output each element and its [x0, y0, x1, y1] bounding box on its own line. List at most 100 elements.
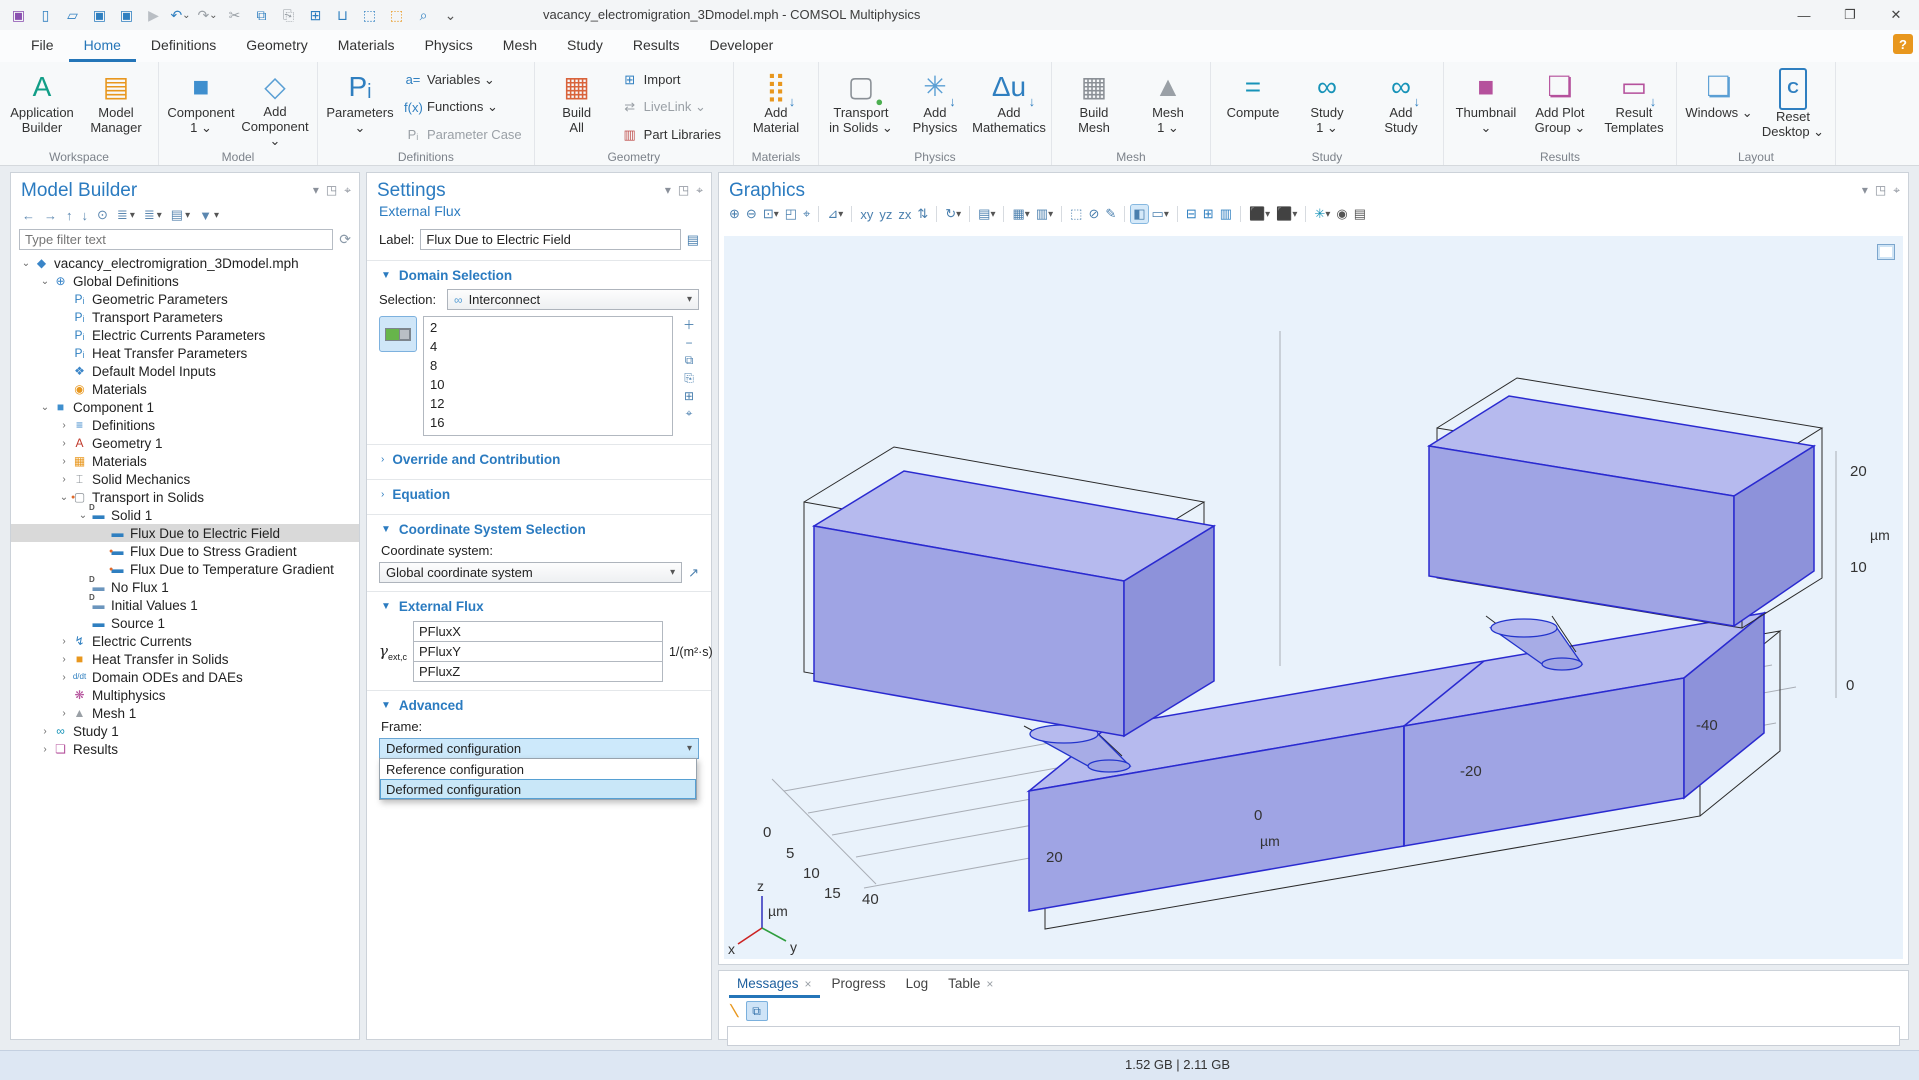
tree-node-electric-currents-parameters[interactable]: PᵢElectric Currents Parameters — [11, 326, 359, 344]
delete-icon[interactable]: ⊔ — [330, 3, 355, 27]
selection-list-item[interactable]: 12 — [424, 394, 672, 413]
panel-menu-icon[interactable]: ▾ — [1862, 183, 1868, 198]
tree-expander-icon[interactable]: › — [57, 672, 71, 683]
section-external-flux[interactable]: ▼ External Flux — [379, 597, 699, 618]
frame-option[interactable]: Reference configuration — [380, 759, 696, 779]
tree-node-transport-in-solids[interactable]: ⌄▢●Transport in Solids — [11, 488, 359, 506]
tab-log[interactable]: Log — [898, 973, 937, 998]
panel-float-icon[interactable]: ◳ — [678, 183, 689, 198]
undo-icon[interactable]: ↶⌄ — [168, 3, 193, 27]
panel-float-icon[interactable]: ◳ — [326, 183, 337, 198]
animate-icon[interactable]: ✳▾ — [1312, 205, 1332, 223]
transparency-icon[interactable]: ◧ — [1131, 205, 1147, 223]
tree-node-root[interactable]: ⌄◆vacancy_electromigration_3Dmodel.mph — [11, 254, 359, 272]
geometry-domain[interactable] — [1429, 396, 1814, 626]
app-logo[interactable]: ▣ — [6, 3, 31, 27]
ribbon-tab-geometry[interactable]: Geometry — [231, 30, 322, 62]
paste-icon[interactable]: ⎘ — [276, 3, 301, 27]
new-file-icon[interactable]: ▯ — [33, 3, 58, 27]
node-text-icon[interactable]: ▤▾ — [168, 206, 193, 224]
compute-button[interactable]: =Compute — [1217, 65, 1289, 149]
selection-combo[interactable]: ∞ Interconnect ▾ — [447, 289, 699, 310]
add-mathematics-button[interactable]: Δu↓Add Mathematics — [973, 65, 1045, 149]
measure-icon[interactable]: ✎ — [1103, 205, 1118, 223]
tree-node-transport-parameters[interactable]: PᵢTransport Parameters — [11, 308, 359, 326]
tree-node-mesh-1[interactable]: ›▲Mesh 1 — [11, 704, 359, 722]
tree-node-solid-mechanics[interactable]: ›⌶Solid Mechanics — [11, 470, 359, 488]
tree-expander-icon[interactable]: › — [57, 420, 71, 431]
zoom-to-selection-icon[interactable]: ⌖ — [801, 205, 812, 223]
tree-node-materials[interactable]: ›▦Materials — [11, 452, 359, 470]
run-icon[interactable]: ▶ — [141, 3, 166, 27]
tree-node-definitions[interactable]: ›≡Definitions — [11, 416, 359, 434]
message-list[interactable] — [727, 1026, 1900, 1046]
expand-all-icon[interactable]: ≣▾ — [114, 206, 138, 224]
tree-node-heat-transfer-parameters[interactable]: PᵢHeat Transfer Parameters — [11, 344, 359, 362]
panel-menu-icon[interactable]: ▾ — [313, 183, 319, 198]
zoom-out-icon[interactable]: ⊖ — [744, 205, 759, 223]
paste-selection-icon[interactable]: ⎘ — [684, 371, 694, 386]
remove-from-selection-icon[interactable]: − — [685, 336, 692, 350]
selection-list-item[interactable]: 8 — [424, 356, 672, 375]
tree-node-initial-values-1[interactable]: ▬DInitial Values 1 — [11, 596, 359, 614]
add-plot-group-button[interactable]: ❏Add Plot Group ⌄ — [1524, 65, 1596, 149]
open-file-icon[interactable]: ▱ — [60, 3, 85, 27]
tree-node-materials-global[interactable]: ◉Materials — [11, 380, 359, 398]
build-all-button[interactable]: ▦Build All — [541, 65, 613, 149]
flux-field-pfluxy[interactable]: PFluxY — [413, 641, 663, 662]
cut-icon[interactable]: ✂ — [222, 3, 247, 27]
frame-option[interactable]: Deformed configuration — [380, 779, 696, 799]
print-icon[interactable]: ▤ — [1352, 205, 1368, 223]
section-advanced[interactable]: ▼ Advanced — [379, 696, 699, 717]
show-icon[interactable]: ⊙ — [94, 206, 111, 224]
tree-node-study-1[interactable]: ›∞Study 1 — [11, 722, 359, 740]
section-equation[interactable]: › Equation — [379, 485, 699, 506]
move-up-icon[interactable]: ↑ — [63, 207, 76, 224]
frame-combo[interactable]: Deformed configuration ▾ — [379, 738, 699, 759]
save-icon[interactable]: ▣ — [87, 3, 112, 27]
go-to-yz-view-icon[interactable]: yz — [877, 206, 894, 223]
windows-button[interactable]: ❏Windows ⌄ — [1683, 65, 1755, 149]
tree-expander-icon[interactable]: ⌄ — [76, 510, 90, 521]
wireframe-icon[interactable]: ▭▾ — [1150, 205, 1171, 223]
selection-active-toggle[interactable] — [379, 316, 417, 352]
tree-node-geometry-1[interactable]: ›AGeometry 1 — [11, 434, 359, 452]
hide-entities-icon[interactable]: ⊘ — [1086, 205, 1101, 223]
domain-selection-list[interactable]: 248101216 — [423, 316, 673, 436]
tree-node-source-1[interactable]: ▬Source 1 — [11, 614, 359, 632]
thumbnail-button[interactable]: ■Thumbnail ⌄ — [1450, 65, 1522, 149]
close-icon[interactable]: ✕ — [1873, 0, 1919, 30]
selection-list-item[interactable]: 16 — [424, 413, 672, 432]
panel-pin-icon[interactable]: ⌖ — [696, 183, 703, 198]
collapse-all-icon[interactable]: ≣▾ — [141, 206, 165, 224]
go-to-zx-view-icon[interactable]: zx — [896, 206, 913, 223]
label-field[interactable]: Flux Due to Electric Field — [420, 229, 680, 250]
split-horizontal-icon[interactable]: ⊟ — [1184, 205, 1199, 223]
selection-color-icon[interactable]: ⬛▾ — [1247, 205, 1272, 223]
parameter-case-button[interactable]: PᵢParameter Case — [400, 124, 526, 145]
tree-expander-icon[interactable]: ⌄ — [38, 276, 52, 287]
rotate-view-icon[interactable]: ↻▾ — [943, 205, 963, 223]
go-to-xy-view-icon[interactable]: xy — [858, 206, 875, 223]
move-down-icon[interactable]: ↓ — [79, 207, 92, 224]
plot-settings-icon[interactable] — [1877, 244, 1895, 260]
selection-list-item[interactable]: 4 — [424, 337, 672, 356]
appearance-icon[interactable]: ▦▾ — [1010, 205, 1031, 223]
tree-expander-icon[interactable]: › — [57, 456, 71, 467]
panel-pin-icon[interactable]: ⌖ — [344, 183, 351, 198]
application-builder-button[interactable]: AApplication Builder — [6, 65, 78, 149]
tree-node-results[interactable]: ›❏Results — [11, 740, 359, 758]
name-tag-icon[interactable]: ▤ — [687, 232, 699, 248]
zoom-extents-icon[interactable]: ◰ — [783, 205, 799, 223]
geometry-domain[interactable] — [814, 471, 1214, 736]
select-entities-icon[interactable]: ⬚ — [1068, 205, 1084, 223]
section-override[interactable]: › Override and Contribution — [379, 450, 699, 471]
tree-filter-input[interactable] — [19, 229, 333, 250]
tree-expander-icon[interactable]: › — [57, 654, 71, 665]
section-domain-selection[interactable]: ▼ Domain Selection — [379, 266, 699, 287]
zoom-in-icon[interactable]: ⊕ — [727, 205, 742, 223]
flux-field-pfluxz[interactable]: PFluxZ — [413, 661, 663, 682]
coordinate-system-combo[interactable]: Global coordinate system ▾ — [379, 562, 682, 583]
tree-node-default-model-inputs[interactable]: ❖Default Model Inputs — [11, 362, 359, 380]
tab-table[interactable]: Table× — [940, 973, 1001, 998]
